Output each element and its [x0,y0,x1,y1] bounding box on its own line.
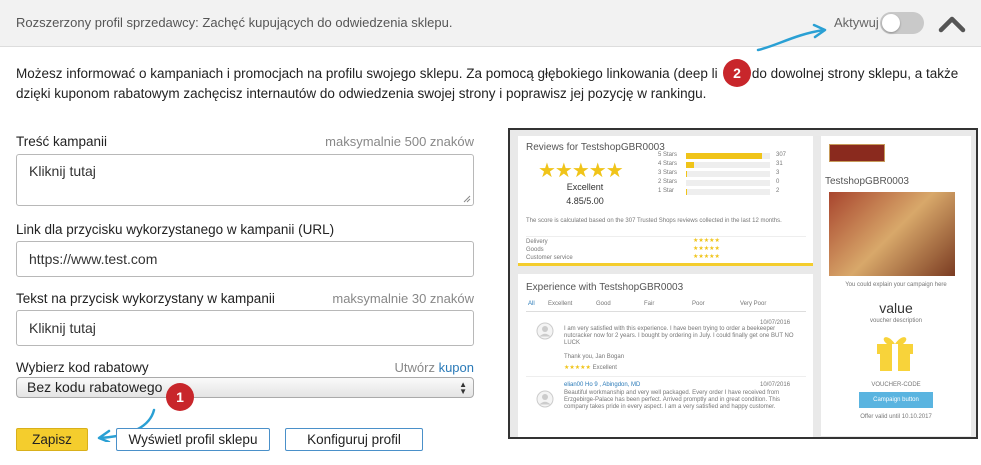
gift-icon [877,337,913,371]
star-row-count: 0 [776,179,780,185]
preview-tab: Poor [692,301,705,307]
star-row-fill [686,189,687,195]
coupon-selected-value: Bez kodu rabatowego [27,379,163,395]
preview-shop-name: TestshopGBR0003 [825,176,909,187]
section-title: Rozszerzony profil sprzedawcy: Zachęć ku… [16,15,453,30]
activate-toggle[interactable] [880,12,924,34]
preview-reviews-card: Reviews for TestshopGBR0003 ★★★★★ Excell… [518,136,813,266]
star-row-label: 4 Stars [658,161,678,167]
campaign-image [829,192,955,276]
star-row-label: 1 Star [658,188,675,194]
preview-experience-card: Experience with TestshopGBR0003 All Excel… [518,274,813,437]
callout-arrow-icon [756,23,827,52]
select-arrows-icon: ▲ ▼ [459,380,467,396]
preview-rating-note: The score is calculated based on the 307… [526,218,782,224]
star-row-bar [686,162,770,168]
callout-badge-1: 1 [166,383,194,411]
criteria-stars-icon: ★★★★★ ★★★★★ ★★★★★ [693,238,720,260]
button-text-value: Kliknij tutaj [29,320,96,336]
star-row-fill [686,162,695,168]
view-profile-button[interactable]: Wyświetl profil sklepu [116,428,270,451]
toggle-knob [882,14,900,32]
preview-tab: Good [596,301,611,307]
star-row-count: 2 [776,188,780,194]
campaign-link-value: https://www.test.com [29,251,158,267]
preview-experience-tabs: All Excellent Good Fair Poor Very Poor [526,300,806,312]
save-button[interactable]: Zapisz [16,428,88,451]
campaign-link-label: Link dla przycisku wykorzystanego w kamp… [16,222,335,237]
voucher-value: value [879,300,913,316]
preview-tab: Very Poor [740,301,767,307]
star-row-count: 3 [776,170,780,176]
preview-campaign-button: Campaign button [859,392,933,408]
button-text-input[interactable]: Kliknij tutaj [16,310,474,346]
campaign-text-label: Treść kampanii [16,134,108,149]
profile-preview: Reviews for TestshopGBR0003 ★★★★★ Excell… [508,128,978,439]
star-row-label: 5 Stars [658,152,678,158]
star-row-bar [686,180,770,186]
review-stars-icon: ★★★★★ Excellent [564,365,617,371]
rating-word: Excellent [566,182,604,192]
section-header: Rozszerzony profil sprzedawcy: Zachęć ku… [0,0,981,47]
star-row-count: 307 [776,152,787,158]
button-text-label: Tekst na przycisk wykorzystany w kampani… [16,291,275,306]
preview-reviews-title: Reviews for TestshopGBR0003 [526,142,665,153]
star-row-fill [686,171,687,177]
reviewer-avatar-icon [536,322,554,340]
preview-sidebar-card: TestshopGBR0003 You could explain your c… [821,136,971,436]
star-row-label: 3 Stars [658,170,678,176]
preview-tab: Fair [644,301,655,307]
star-row-label: 2 Stars [658,179,678,185]
rating-stars-icon: ★★★★★ [538,160,624,182]
reviewer-avatar-icon [536,390,554,408]
star-row-bar [686,171,770,177]
star-row-bar [686,153,770,159]
campaign-link-input[interactable]: https://www.test.com [16,241,474,277]
star-row-bar [686,189,770,195]
campaign-text-hint: maksymalnie 500 znaków [325,134,474,149]
coupon-label: Wybierz kod rabatowy [16,360,149,375]
chevron-up-icon[interactable] [938,14,966,34]
intro-text: Możesz informować o kampaniach i promocj… [16,66,959,101]
rating-score: 4.85/5.00 [566,196,604,206]
activate-label: Aktywuj [834,15,879,30]
create-coupon-link[interactable]: kupon [439,360,474,375]
create-coupon-hint: Utwórz kupon [394,360,474,375]
preview-experience-title: Experience with TestshopGBR0003 [526,282,684,293]
campaign-text-input[interactable]: Kliknij tutaj [16,154,474,206]
resize-handle-icon[interactable] [463,195,471,203]
star-row-fill [686,153,762,159]
shop-logo [829,144,885,162]
preview-tab: Excellent [548,301,573,307]
configure-profile-button[interactable]: Konfiguruj profil [285,428,423,451]
star-row-count: 31 [776,161,783,167]
coupon-select[interactable]: Bez kodu rabatowego ▲ ▼ [16,377,474,398]
preview-tab: All [528,301,535,307]
campaign-text-value: Kliknij tutaj [29,163,96,179]
button-text-hint: maksymalnie 30 znaków [332,291,474,306]
callout-badge-2: 2 [723,59,751,87]
